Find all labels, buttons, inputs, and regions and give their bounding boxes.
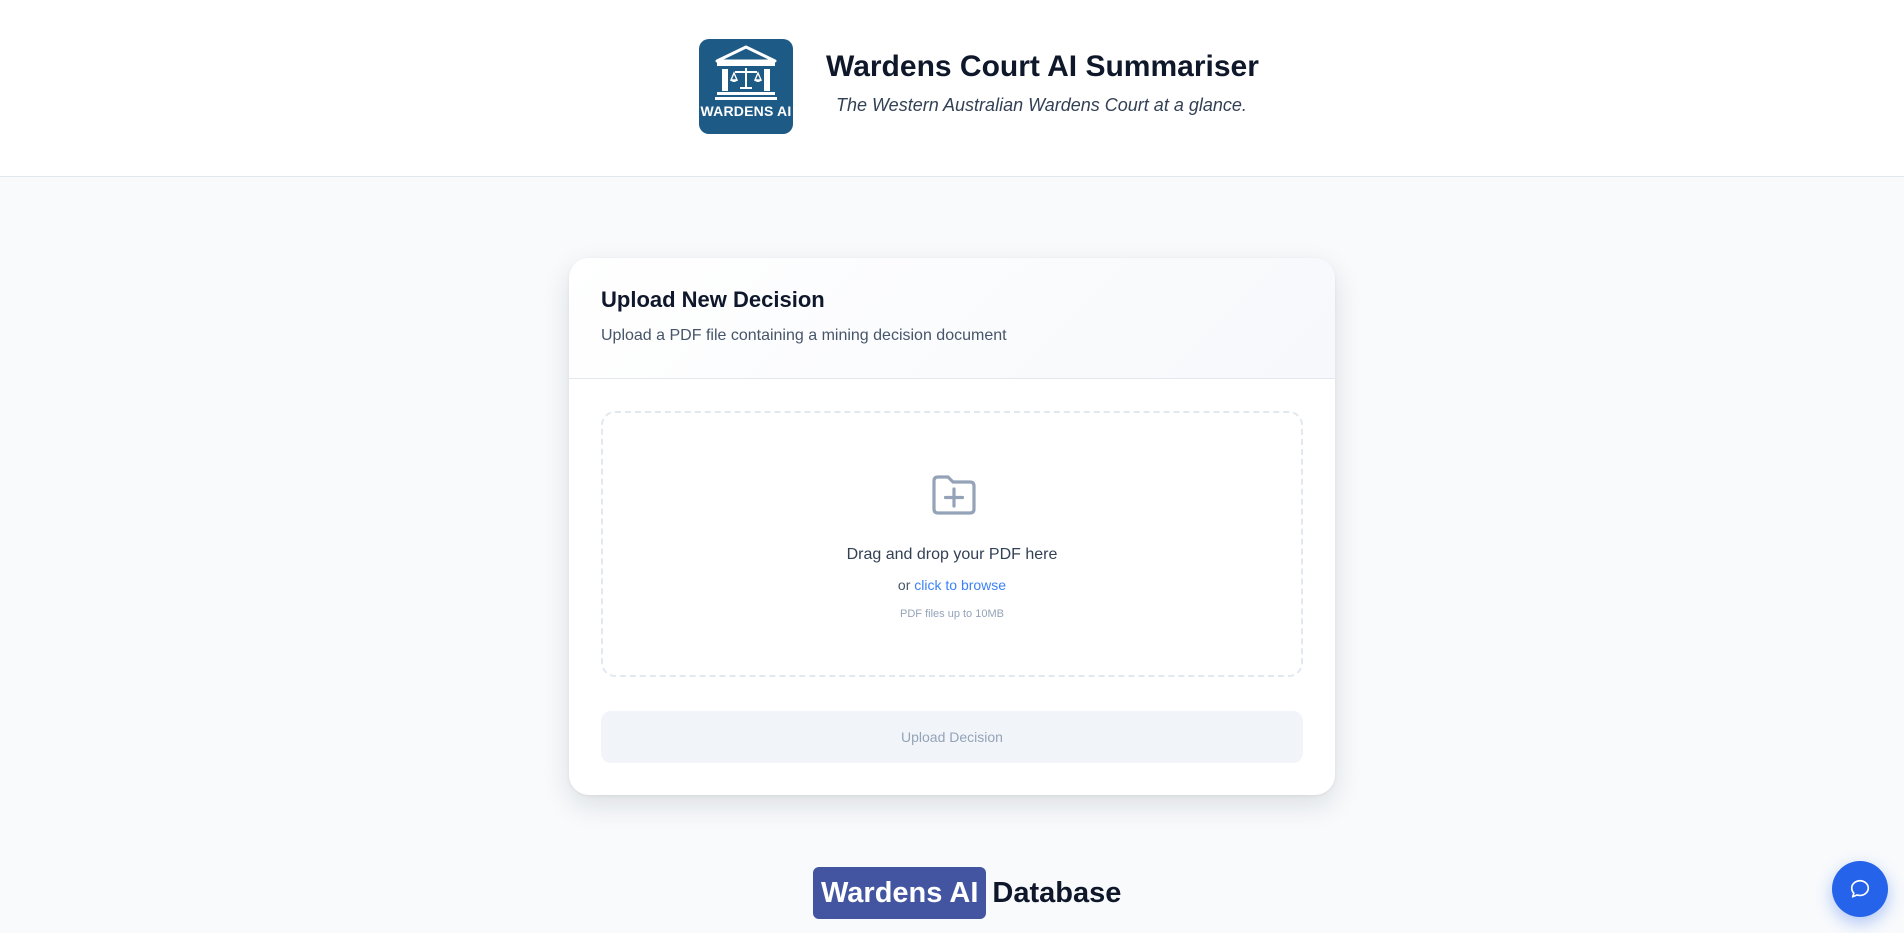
database-heading-badge: Wardens AI — [813, 867, 987, 919]
chat-bubble-icon — [1850, 879, 1870, 898]
chat-button[interactable] — [1832, 861, 1888, 917]
dropzone-instruction: Drag and drop your PDF here — [846, 546, 1058, 563]
page-subtitle: The Western Australian Wardens Court at … — [836, 95, 1247, 115]
wardens-ai-logo[interactable]: WARDENS AI — [699, 39, 793, 134]
dropzone-file-hint: PDF files up to 10MB — [900, 608, 1004, 620]
site-header: WARDENS AI Wardens Court AI Summariser T… — [0, 0, 1904, 177]
page-title: Wardens Court AI Summariser — [826, 50, 1259, 83]
database-heading-word: Database — [992, 876, 1122, 909]
dropzone-or-text: or — [897, 577, 911, 593]
folder-plus-icon — [932, 475, 976, 515]
courthouse-scales-icon — [715, 45, 777, 100]
upload-card-title: Upload New Decision — [601, 287, 825, 312]
logo-text: WARDENS AI — [700, 103, 792, 119]
upload-card-header: Upload New Decision Upload a PDF file co… — [569, 258, 1335, 379]
browse-link[interactable]: click to browse — [914, 577, 1006, 593]
pdf-dropzone[interactable]: Drag and drop your PDF here or click to … — [601, 411, 1303, 677]
upload-decision-button[interactable]: Upload Decision — [601, 711, 1303, 763]
dropzone-alt-text: or click to browse — [603, 577, 1301, 593]
database-heading: Wardens AI Database — [813, 867, 1121, 919]
upload-card-description: Upload a PDF file containing a mining de… — [601, 327, 1007, 344]
upload-card: Upload New Decision Upload a PDF file co… — [569, 258, 1335, 795]
